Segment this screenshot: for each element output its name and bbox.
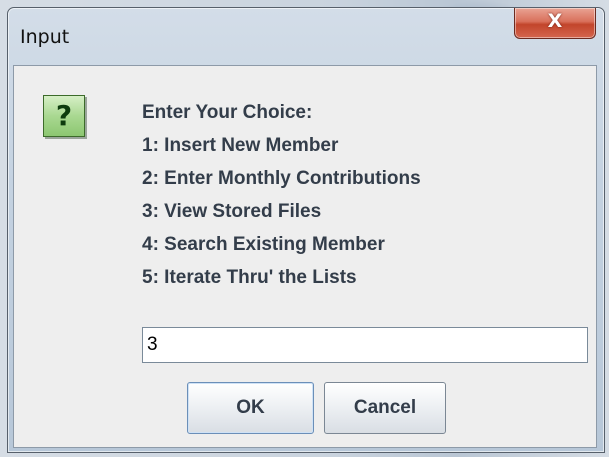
option-view-stored-files: 3: View Stored Files (142, 201, 322, 222)
window-title: Input (20, 26, 70, 48)
option-insert-member: 1: Insert New Member (142, 135, 339, 156)
prompt-text: Enter Your Choice: (142, 102, 313, 123)
cancel-button[interactable]: Cancel (324, 382, 446, 434)
title-bar[interactable]: Input X (8, 8, 604, 68)
close-button[interactable]: X (514, 8, 596, 39)
ok-button[interactable]: OK (187, 382, 314, 434)
dialog-content: ? Enter Your Choice: 1: Insert New Membe… (13, 65, 597, 448)
option-monthly-contributions: 2: Enter Monthly Contributions (142, 168, 421, 189)
question-icon: ? (43, 95, 85, 137)
message-list: Enter Your Choice: 1: Insert New Member … (142, 96, 421, 294)
input-dialog-window: Input X ? Enter Your Choice: 1: Insert N… (7, 7, 605, 453)
option-iterate-lists: 5: Iterate Thru' the Lists (142, 267, 357, 288)
close-icon: X (547, 10, 563, 32)
choice-input[interactable] (142, 327, 588, 363)
option-search-member: 4: Search Existing Member (142, 234, 385, 255)
